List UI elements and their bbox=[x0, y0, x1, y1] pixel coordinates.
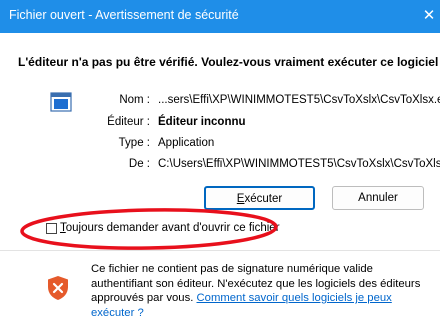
dialog-heading: L'éditeur n'a pas pu être vérifié. Voule… bbox=[18, 55, 440, 69]
name-label: Nom : bbox=[119, 94, 150, 106]
title-bar: Fichier ouvert - Avertissement de sécuri… bbox=[0, 0, 440, 33]
from-label: De : bbox=[128, 158, 150, 170]
divider bbox=[0, 250, 440, 251]
security-info: Ce fichier ne contient pas de signature … bbox=[91, 262, 431, 316]
run-button[interactable]: Exécuter bbox=[204, 186, 315, 210]
publisher-value: Éditeur inconnu bbox=[158, 116, 246, 128]
close-icon[interactable]: ✕ bbox=[418, 4, 440, 28]
type-value: Application bbox=[158, 137, 215, 149]
window-title: Fichier ouvert - Avertissement de sécuri… bbox=[9, 8, 239, 22]
from-value: C:\Users\Effi\XP\WINIMMOTEST5\CsvToXslx\… bbox=[158, 158, 440, 170]
type-label: Type : bbox=[118, 137, 150, 149]
always-ask-label: Toujours demander avant d'ouvrir ce fich… bbox=[60, 222, 280, 234]
run-label: xécuter bbox=[244, 193, 283, 205]
name-value: ...sers\Effi\XP\WINIMMOTEST5\CsvToXslx\C… bbox=[158, 94, 440, 106]
publisher-label: Éditeur : bbox=[107, 116, 150, 128]
warning-shield-icon bbox=[48, 276, 68, 300]
cancel-button[interactable]: Annuler bbox=[332, 186, 424, 210]
always-ask-text: oujours demander avant d'ouvrir ce fichi… bbox=[65, 222, 280, 234]
always-ask-checkbox[interactable] bbox=[46, 223, 57, 234]
